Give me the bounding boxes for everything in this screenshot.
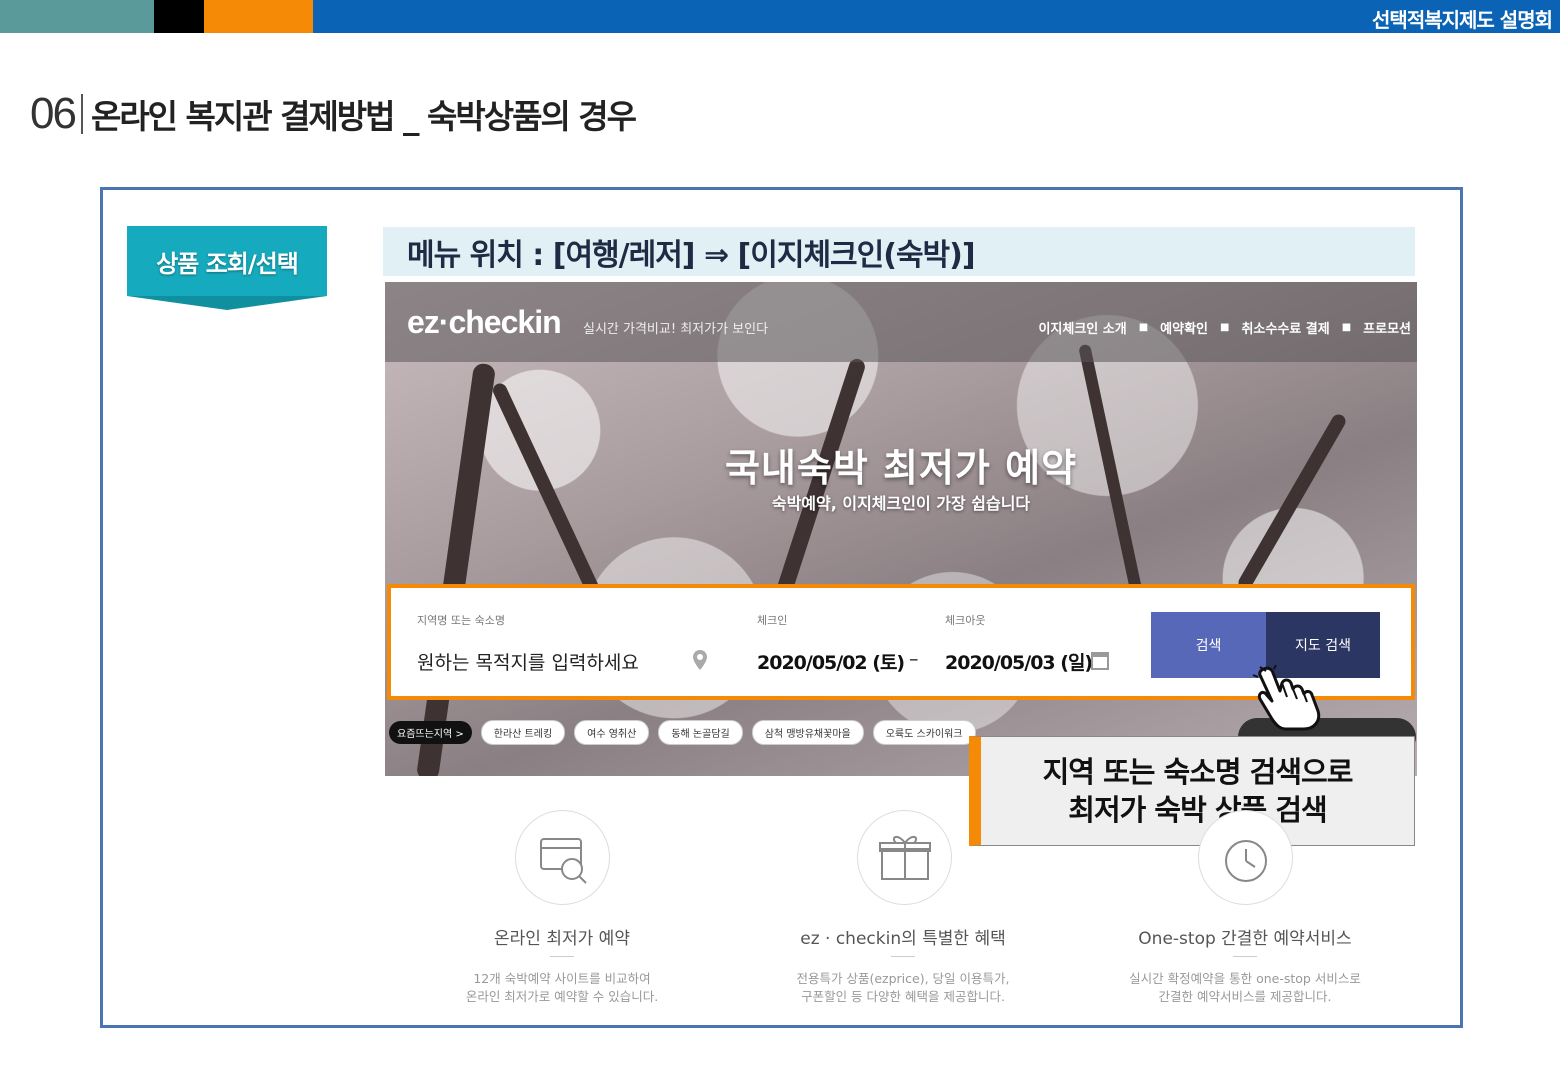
checkout-date-field[interactable]: 2020/05/03 (일) xyxy=(945,648,1093,675)
presentation-brand: 선택적복지제도 설명회 xyxy=(1372,8,1553,32)
feature-title-one-stop: One-stop 간결한 예약서비스 xyxy=(1138,929,1352,949)
destination-input[interactable]: 원하는 목적지를 입력하세요 xyxy=(417,648,639,675)
slide-title: 06 온라인 복지관 결제방법 _ 숙박상품의 경우 xyxy=(30,88,637,140)
feature-desc-line: 12개 숙박예약 사이트를 비교하여 xyxy=(473,971,651,986)
trending-tag[interactable]: 한라산 트레킹 xyxy=(480,720,566,745)
search-button[interactable]: 검색 xyxy=(1151,612,1266,678)
feature-title-special-benefit: ez · checkin의 특별한 혜택 xyxy=(800,929,1006,949)
trending-tag[interactable]: 삼척 맹방유채꽃마을 xyxy=(751,720,864,745)
top-bar-teal-segment xyxy=(0,0,154,33)
nav-separator-dot: ■ xyxy=(1341,322,1352,333)
feature-desc-line: 전용특가 상품(ezprice), 당일 이용특가, xyxy=(796,971,1010,986)
site-nav-links: 이지체크인 소개 ■ 예약확인 ■ 취소수수료 결제 ■ 프로모션 xyxy=(1038,318,1411,337)
section-badge-body: 상품 조회/선택 xyxy=(127,226,327,296)
nav-link-cancel-fee[interactable]: 취소수수료 결제 xyxy=(1241,318,1329,337)
feature-divider xyxy=(550,956,574,957)
tree-branch-decor xyxy=(415,362,497,776)
price-compare-icon xyxy=(515,810,610,905)
feature-title-lowest-price: 온라인 최저가 예약 xyxy=(494,929,630,949)
nav-link-reservation-check[interactable]: 예약확인 xyxy=(1160,318,1208,337)
feature-desc-lowest-price: 12개 숙박예약 사이트를 비교하여 온라인 최저가로 예약할 수 있습니다. xyxy=(392,970,732,1006)
hero-subtitle: 숙박예약, 이지체크인이 가장 쉽습니다 xyxy=(771,494,1031,513)
calendar-icon[interactable] xyxy=(1091,652,1109,670)
location-pin-icon[interactable] xyxy=(693,650,707,670)
nav-separator-dot: ■ xyxy=(1138,322,1149,333)
checkin-date-field[interactable]: 2020/05/02 (토) xyxy=(757,648,905,675)
gift-icon xyxy=(857,810,952,905)
menu-path-text: 메뉴 위치 : [여행/레저] ⇒ [이지체크인(숙박)] xyxy=(407,237,976,273)
trending-tags: 요즘뜨는지역 > 한라산 트레킹 여수 영취산 동해 논골담길 삼척 맹방유채꽃… xyxy=(389,720,976,745)
top-bar: 선택적복지제도 설명회 xyxy=(0,0,1560,33)
feature-desc-line: 온라인 최저가로 예약할 수 있습니다. xyxy=(465,989,659,1004)
nav-link-promotion[interactable]: 프로모션 xyxy=(1363,318,1411,337)
feature-desc-one-stop: 실시간 확정예약을 통한 one-stop 서비스로 간결한 예약서비스를 제공… xyxy=(1075,970,1415,1006)
trending-label[interactable]: 요즘뜨는지역 > xyxy=(389,721,472,744)
checkin-label: 체크인 xyxy=(757,614,788,627)
feature-desc-line: 실시간 확정예약을 통한 one-stop 서비스로 xyxy=(1129,971,1361,986)
trending-tag[interactable]: 동해 논골담길 xyxy=(658,720,743,745)
nav-separator-dot: ■ xyxy=(1220,322,1230,333)
trending-tag[interactable]: 오륙도 스카이워크 xyxy=(872,720,976,745)
site-navbar: ez·checkin 실시간 가격비교! 최저가가 보인다 이지체크인 소개 ■… xyxy=(385,282,1417,362)
clock-icon xyxy=(1198,810,1293,905)
feature-divider xyxy=(1233,956,1257,957)
menu-path-banner: 메뉴 위치 : [여행/레저] ⇒ [이지체크인(숙박)] xyxy=(383,227,1415,276)
slide-number: 06 xyxy=(30,89,77,138)
destination-label: 지역명 또는 숙소명 xyxy=(417,614,505,627)
section-badge: 상품 조회/선택 xyxy=(127,226,327,312)
callout-line-1: 지역 또는 숙소명 검색으로 xyxy=(1042,755,1354,789)
section-badge-label: 상품 조회/선택 xyxy=(156,249,299,278)
top-bar-black-segment xyxy=(154,0,204,33)
feature-divider xyxy=(891,956,915,957)
top-bar-orange-segment xyxy=(204,0,313,33)
nav-link-about[interactable]: 이지체크인 소개 xyxy=(1038,318,1126,337)
date-range-separator: – xyxy=(909,648,919,670)
title-divider xyxy=(80,94,83,134)
feature-desc-line: 구폰할인 등 다양한 혜택을 제공합니다. xyxy=(801,989,1005,1004)
pointer-hand-icon xyxy=(1252,665,1321,731)
site-slogan: 실시간 가격비교! 최저가가 보인다 xyxy=(583,322,769,337)
slide-title-text: 온라인 복지관 결제방법 _ 숙박상품의 경우 xyxy=(90,97,637,136)
trending-tag[interactable]: 여수 영취산 xyxy=(574,720,650,745)
instruction-callout: 지역 또는 숙소명 검색으로 최저가 숙박 상품 검색 xyxy=(969,736,1415,846)
hero-title: 국내숙박 최저가 예약 xyxy=(724,446,1078,490)
feature-desc-special-benefit: 전용특가 상품(ezprice), 당일 이용특가, 구폰할인 등 다양한 혜택… xyxy=(733,970,1073,1006)
checkout-label: 체크아웃 xyxy=(945,614,986,627)
feature-desc-line: 간결한 예약서비스를 제공합니다. xyxy=(1158,989,1332,1004)
site-logo[interactable]: ez·checkin xyxy=(407,304,562,341)
section-badge-tip xyxy=(127,296,327,310)
